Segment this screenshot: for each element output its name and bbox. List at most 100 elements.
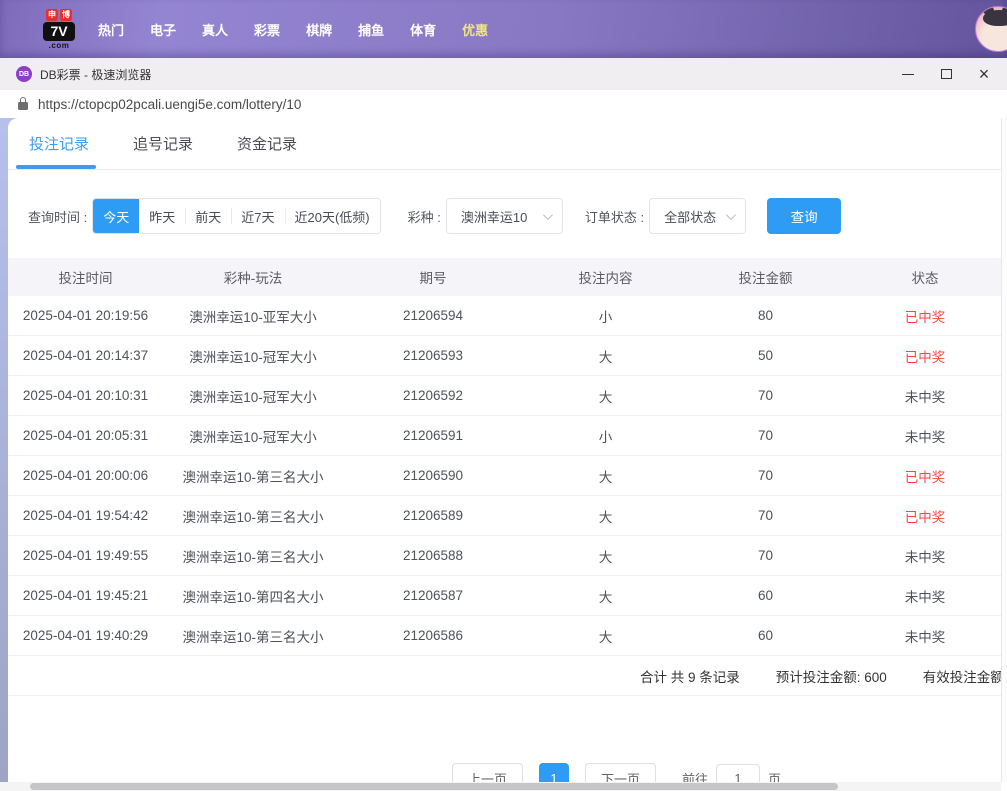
nav-item-lottery[interactable]: 彩票 xyxy=(254,20,280,39)
nav-item-fishing[interactable]: 捕鱼 xyxy=(358,20,384,39)
issue-number: 21206587 xyxy=(343,588,523,603)
table-row: 2025-04-01 19:45:21澳洲幸运10-第四名大小21206587大… xyxy=(8,576,1007,616)
bet-time: 2025-04-01 19:54:42 xyxy=(8,508,163,523)
bet-amount: 60 xyxy=(688,588,843,603)
issue-number: 21206593 xyxy=(343,348,523,363)
logo-suffix: .com xyxy=(49,41,70,50)
bet-time: 2025-04-01 20:10:31 xyxy=(8,388,163,403)
header-bet-amount: 投注金额 xyxy=(688,267,843,287)
bet-status: 未中奖 xyxy=(843,626,1007,646)
bet-amount: 70 xyxy=(688,468,843,483)
header-lottery-play: 彩种-玩法 xyxy=(163,267,343,287)
lottery-type-label: 彩种 : xyxy=(408,207,441,226)
tab-bet-records[interactable]: 投注记录 xyxy=(23,118,95,169)
maximize-icon[interactable] xyxy=(927,58,965,90)
header-bet-content: 投注内容 xyxy=(523,267,688,287)
bet-time: 2025-04-01 20:05:31 xyxy=(8,428,163,443)
bet-status: 已中奖 xyxy=(843,306,1007,326)
tab-fund-records[interactable]: 资金记录 xyxy=(231,118,303,169)
screen: 申 博 7V .com 热门 电子 真人 彩票 棋牌 捕鱼 体育 优惠 DB DB彩票 - 极… xyxy=(0,0,1007,791)
bet-time: 2025-04-01 19:49:55 xyxy=(8,548,163,563)
lottery-play: 澳洲幸运10-第三名大小 xyxy=(163,626,343,646)
header-bet-time: 投注时间 xyxy=(8,267,163,287)
nav-item-promotions[interactable]: 优惠 xyxy=(462,20,488,39)
chevron-down-icon xyxy=(726,210,736,220)
nav-item-slots[interactable]: 电子 xyxy=(150,20,176,39)
table-row: 2025-04-01 20:19:56澳洲幸运10-亚军大小21206594小8… xyxy=(8,296,1007,336)
vertical-scrollbar[interactable] xyxy=(1001,118,1007,782)
horizontal-scrollbar-thumb[interactable] xyxy=(30,783,838,790)
bet-content: 小 xyxy=(523,306,688,326)
close-icon[interactable]: × xyxy=(965,58,1003,90)
nav-item-board-games[interactable]: 棋牌 xyxy=(306,20,332,39)
table-summary: 合计 共 9 条记录 预计投注金额: 600 有效投注金额 xyxy=(8,656,1007,696)
bet-content: 大 xyxy=(523,346,688,366)
filter-bar: 查询时间 : 今天昨天前天近7天近20天(低频) 彩种 : 澳洲幸运10 订单状… xyxy=(28,198,1007,234)
lock-icon xyxy=(18,102,28,110)
time-option-last-7-days[interactable]: 近7天 xyxy=(231,199,284,233)
table-row: 2025-04-01 19:49:55澳洲幸运10-第三名大小21206588大… xyxy=(8,536,1007,576)
url-text[interactable]: https://ctopcp02pcali.uengi5e.com/lotter… xyxy=(38,97,301,112)
user-avatar[interactable] xyxy=(975,6,1007,52)
issue-number: 21206589 xyxy=(343,508,523,523)
table-row: 2025-04-01 19:40:29澳洲幸运10-第三名大小21206586大… xyxy=(8,616,1007,656)
site-header: 申 博 7V .com 热门 电子 真人 彩票 棋牌 捕鱼 体育 优惠 xyxy=(0,0,1007,58)
lottery-play: 澳洲幸运10-亚军大小 xyxy=(163,306,343,326)
chevron-down-icon xyxy=(543,210,553,220)
expected-bet-amount: 预计投注金额: 600 xyxy=(776,666,887,686)
bet-amount: 50 xyxy=(688,348,843,363)
issue-number: 21206594 xyxy=(343,308,523,323)
lottery-type-select[interactable]: 澳洲幸运10 xyxy=(446,198,563,234)
minimize-icon[interactable] xyxy=(889,58,927,90)
table-row: 2025-04-01 19:54:42澳洲幸运10-第三名大小21206589大… xyxy=(8,496,1007,536)
bet-status: 未中奖 xyxy=(843,586,1007,606)
record-tabs: 投注记录追号记录资金记录 xyxy=(8,118,1007,170)
table-row: 2025-04-01 20:10:31澳洲幸运10-冠军大小21206592大7… xyxy=(8,376,1007,416)
valid-bet-amount: 有效投注金额 xyxy=(923,666,1004,686)
browser-urlbar[interactable]: https://ctopcp02pcali.uengi5e.com/lotter… xyxy=(0,90,1007,118)
time-option-day-before-yesterday[interactable]: 前天 xyxy=(185,199,231,233)
records-card: 投注记录追号记录资金记录 查询时间 : 今天昨天前天近7天近20天(低频) 彩种… xyxy=(8,118,1007,791)
issue-number: 21206591 xyxy=(343,428,523,443)
lottery-play: 澳洲幸运10-第三名大小 xyxy=(163,506,343,526)
nav-item-live[interactable]: 真人 xyxy=(202,20,228,39)
bet-time: 2025-04-01 20:19:56 xyxy=(8,308,163,323)
lottery-play: 澳洲幸运10-第三名大小 xyxy=(163,466,343,486)
titlebar-left: DB DB彩票 - 极速浏览器 xyxy=(16,66,151,83)
bet-amount: 60 xyxy=(688,628,843,643)
lottery-play: 澳洲幸运10-冠军大小 xyxy=(163,346,343,366)
tab-chase-records[interactable]: 追号记录 xyxy=(127,118,199,169)
bet-time: 2025-04-01 19:40:29 xyxy=(8,628,163,643)
bet-content: 大 xyxy=(523,386,688,406)
nav-item-hot[interactable]: 热门 xyxy=(98,20,124,39)
search-button[interactable]: 查询 xyxy=(767,198,841,234)
bet-status: 已中奖 xyxy=(843,346,1007,366)
table-body: 2025-04-01 20:19:56澳洲幸运10-亚军大小21206594小8… xyxy=(8,296,1007,656)
table-row: 2025-04-01 20:05:31澳洲幸运10-冠军大小21206591小7… xyxy=(8,416,1007,456)
issue-number: 21206586 xyxy=(343,628,523,643)
lottery-page: 投注记录追号记录资金记录 查询时间 : 今天昨天前天近7天近20天(低频) 彩种… xyxy=(0,118,1007,791)
bet-amount: 70 xyxy=(688,388,843,403)
issue-number: 21206592 xyxy=(343,388,523,403)
time-option-last-20-days-low-freq[interactable]: 近20天(低频) xyxy=(285,199,380,233)
order-status-label: 订单状态 : xyxy=(585,207,644,226)
site-logo[interactable]: 申 博 7V .com xyxy=(42,9,76,50)
bet-time: 2025-04-01 20:14:37 xyxy=(8,348,163,363)
bet-amount: 70 xyxy=(688,508,843,523)
window-title: DB彩票 - 极速浏览器 xyxy=(40,66,151,83)
bet-content: 大 xyxy=(523,546,688,566)
bet-content: 大 xyxy=(523,466,688,486)
nav-item-sports[interactable]: 体育 xyxy=(410,20,436,39)
horizontal-scrollbar[interactable] xyxy=(0,782,1001,791)
time-range-group: 今天昨天前天近7天近20天(低频) xyxy=(92,198,380,234)
total-records: 合计 共 9 条记录 xyxy=(640,666,740,686)
bet-status: 已中奖 xyxy=(843,506,1007,526)
bet-amount: 70 xyxy=(688,428,843,443)
time-option-yesterday[interactable]: 昨天 xyxy=(139,199,185,233)
bet-amount: 70 xyxy=(688,548,843,563)
time-option-today[interactable]: 今天 xyxy=(93,199,139,233)
order-status-select[interactable]: 全部状态 xyxy=(649,198,746,234)
lottery-type-value: 澳洲幸运10 xyxy=(461,207,527,226)
time-filter-label: 查询时间 : xyxy=(28,207,87,226)
header-status: 状态 xyxy=(843,267,1007,287)
